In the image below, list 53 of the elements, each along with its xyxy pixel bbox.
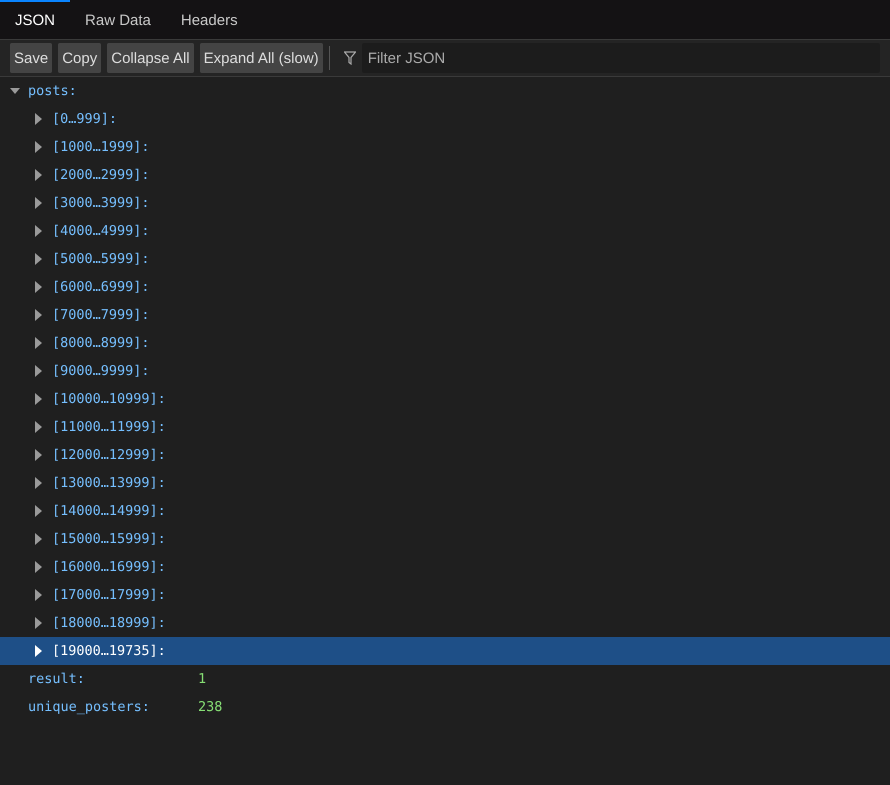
json-key: [11000…11999]: — [52, 419, 166, 435]
collapse-arrow-icon[interactable] — [34, 561, 44, 573]
collapse-arrow-icon[interactable] — [34, 589, 44, 601]
filter-field[interactable]: Filter JSON — [362, 43, 880, 73]
json-key: [19000…19735]: — [52, 643, 166, 659]
collapse-arrow-icon[interactable] — [34, 113, 44, 125]
json-key: [3000…3999]: — [52, 195, 150, 211]
json-key: [10000…10999]: — [52, 391, 166, 407]
json-key: [2000…2999]: — [52, 167, 150, 183]
toolbar-button[interactable]: Copy — [58, 43, 102, 73]
json-key: [18000…18999]: — [52, 615, 166, 631]
toolbar-button[interactable]: Expand All (slow) — [200, 43, 323, 73]
json-key: [15000…15999]: — [52, 531, 166, 547]
json-key: [0…999]: — [52, 111, 118, 127]
collapse-arrow-icon[interactable] — [34, 253, 44, 265]
collapse-arrow-icon[interactable] — [34, 337, 44, 349]
json-key: unique_posters: — [28, 699, 150, 715]
toolbar-button[interactable]: Save — [10, 43, 52, 73]
tab[interactable]: Headers — [166, 0, 253, 39]
collapse-arrow-icon[interactable] — [34, 141, 44, 153]
json-key: posts: — [28, 83, 77, 99]
collapse-arrow-icon[interactable] — [34, 169, 44, 181]
json-key: [8000…8999]: — [52, 335, 150, 351]
collapse-arrow-icon[interactable] — [34, 449, 44, 461]
collapse-arrow-icon[interactable] — [34, 393, 44, 405]
tab[interactable]: Raw Data — [70, 0, 166, 39]
collapse-arrow-icon[interactable] — [34, 617, 44, 629]
collapse-arrow-icon[interactable] — [34, 645, 44, 657]
collapse-arrow-icon[interactable] — [34, 533, 44, 545]
json-key: [17000…17999]: — [52, 587, 166, 603]
collapse-arrow-icon[interactable] — [34, 505, 44, 517]
collapse-arrow-icon[interactable] — [34, 421, 44, 433]
json-key: [4000…4999]: — [52, 223, 150, 239]
toolbar-button[interactable]: Collapse All — [107, 43, 194, 73]
json-key: result: — [28, 671, 85, 687]
json-key: [7000…7999]: — [52, 307, 150, 323]
collapse-arrow-icon[interactable] — [34, 281, 44, 293]
json-value: 238 — [198, 699, 222, 715]
collapse-arrow-icon[interactable] — [34, 225, 44, 237]
json-key: [16000…16999]: — [52, 559, 166, 575]
collapse-arrow-icon[interactable] — [34, 309, 44, 321]
json-key: [12000…12999]: — [52, 447, 166, 463]
json-key: [9000…9999]: — [52, 363, 150, 379]
json-key: [13000…13999]: — [52, 475, 166, 491]
json-value: 1 — [198, 671, 206, 687]
filter-icon — [344, 51, 356, 65]
json-key: [14000…14999]: — [52, 503, 166, 519]
json-key: [1000…1999]: — [52, 139, 150, 155]
json-key: [6000…6999]: — [52, 279, 150, 295]
collapse-arrow-icon[interactable] — [34, 477, 44, 489]
collapse-arrow-icon[interactable] — [34, 365, 44, 377]
collapse-arrow-icon[interactable] — [34, 197, 44, 209]
json-key: [5000…5999]: — [52, 251, 150, 267]
